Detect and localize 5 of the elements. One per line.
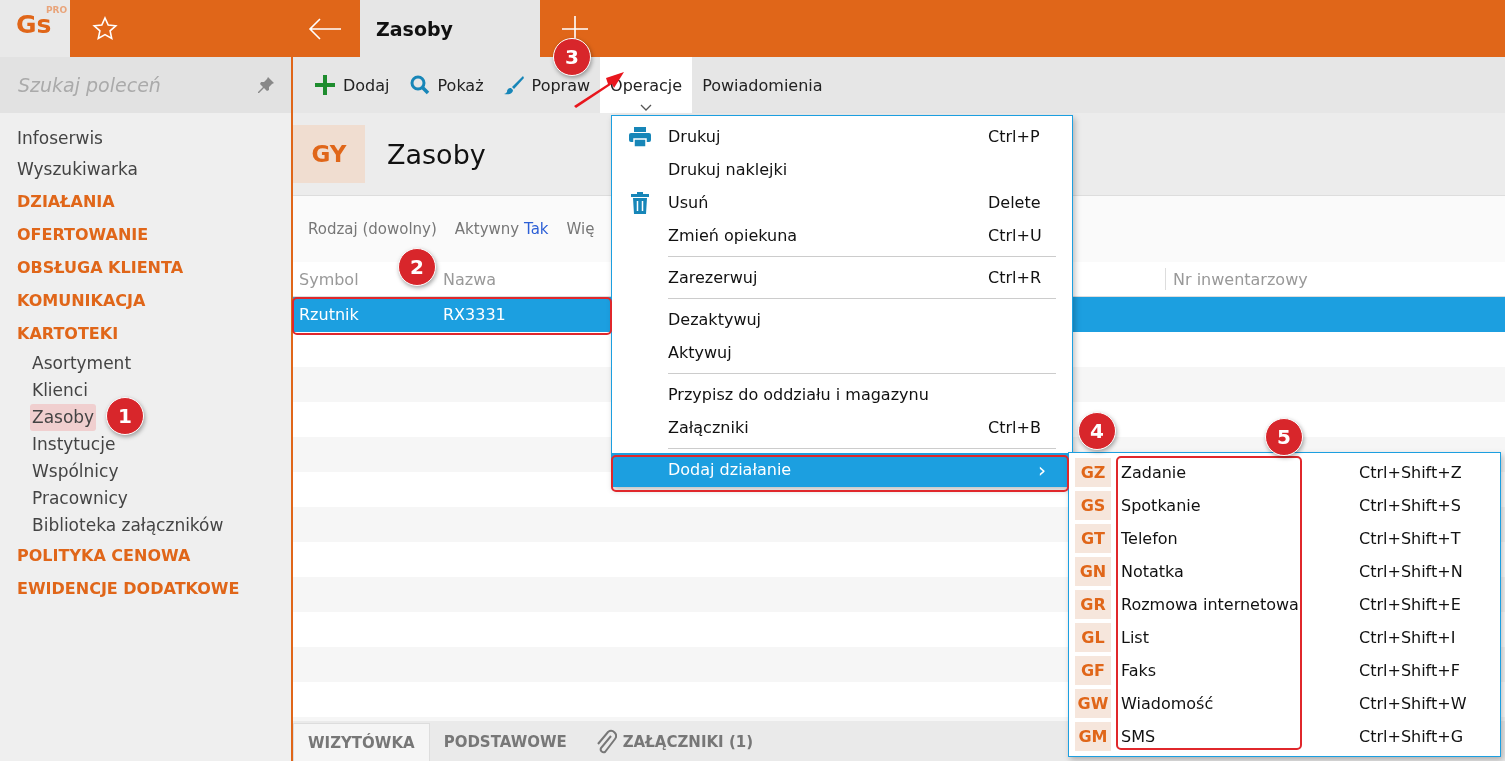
table-cell: Rzutnik — [299, 305, 359, 324]
resource-badge: GY — [293, 125, 365, 183]
page-title: Zasoby — [387, 138, 486, 170]
table-cell: RX3331 — [443, 305, 506, 324]
logo-label: PRO — [46, 5, 68, 15]
